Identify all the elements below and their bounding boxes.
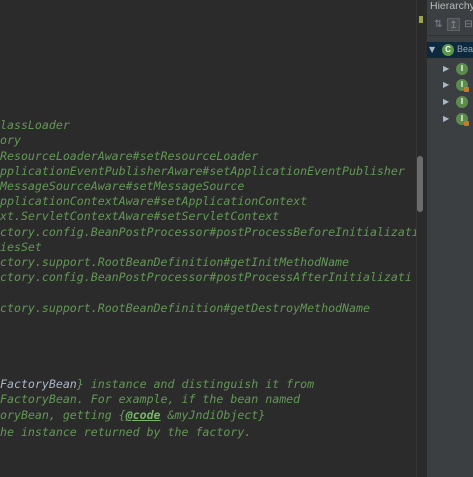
code-line: ctory.config.BeanPostProcessor#postProce… — [0, 270, 412, 285]
tree-node[interactable]: ▶ I — [427, 77, 473, 93]
subtypes-icon[interactable]: ⊟ — [462, 18, 473, 31]
code-token: ctory.config.BeanPostProcessor# — [0, 270, 217, 284]
code-token: pplicationContextAware# — [0, 194, 161, 208]
hierarchy-panel: Hierarchy ⇅ ↥ ⊟ ▼ C Bea ▶ I ▶ I ▶ I ▶ I — [426, 0, 473, 477]
code-token: ctory.support.RootBeanDefinition# — [0, 255, 231, 269]
code-line: xt.ServletContextAware#setServletContext — [0, 209, 279, 224]
code-token: getDestroyMethodName — [230, 301, 370, 315]
code-line: FactoryBean} instance and distinguish it… — [0, 377, 314, 392]
code-token: setServletContext — [160, 209, 280, 223]
code-token: he instance returned by the factory. — [0, 425, 252, 439]
code-line: ory — [0, 133, 21, 148]
code-line: pplicationContextAware#setApplicationCon… — [0, 194, 307, 209]
code-line: lassLoader — [0, 118, 70, 133]
hierarchy-toolbar: ⇅ ↥ ⊟ — [427, 14, 473, 36]
code-line: oryBean, getting {@code &myJndiObject} — [0, 408, 265, 423]
editor-scrollbar-track[interactable] — [416, 0, 426, 477]
code-token: setResourceLoader — [139, 149, 259, 163]
code-token: &myJndiObject} — [160, 408, 266, 422]
chevron-down-icon[interactable]: ▼ — [429, 44, 438, 56]
panel-title: Hierarchy — [430, 0, 473, 12]
code-token: xt.ServletContextAware# — [0, 209, 161, 223]
code-token: postProcessBeforeInitializati — [216, 225, 416, 239]
ide-window: lassLoader ory ResourceLoaderAware#setReso… — [0, 0, 473, 477]
tree-node[interactable]: ▶ I — [427, 94, 473, 110]
tree-node-label: Bea — [457, 44, 473, 54]
code-line: pplicationEventPublisherAware#setApplica… — [0, 164, 405, 179]
code-token: FactoryBean. For example, if the bean na… — [0, 392, 301, 406]
interface-icon: I — [456, 96, 468, 108]
chevron-right-icon[interactable]: ▶ — [443, 79, 452, 91]
code-token: FactoryBean — [0, 377, 77, 391]
hierarchy-icon[interactable]: ⇅ — [432, 18, 445, 31]
code-token: iesSet — [0, 240, 42, 254]
class-icon: C — [442, 44, 454, 56]
code-token: ory — [0, 133, 21, 147]
javadoc-tag: @code — [125, 408, 161, 422]
code-line: MessageSourceAware#setMessageSource — [0, 179, 244, 194]
code-token: setMessageSource — [132, 179, 245, 193]
code-line: ctory.config.BeanPostProcessor#postProce… — [0, 225, 416, 240]
code-line: ctory.support.RootBeanDefinition#getDest… — [0, 301, 370, 316]
code-token: pplicationEventPublisherAware# — [0, 164, 210, 178]
code-line: FactoryBean. For example, if the bean na… — [0, 392, 300, 407]
code-line: ctory.support.RootBeanDefinition#getInit… — [0, 255, 349, 270]
code-token: MessageSourceAware# — [0, 179, 133, 193]
code-token: ctory.support.RootBeanDefinition# — [0, 301, 231, 315]
tree-node[interactable]: ▼ C Bea — [427, 42, 473, 58]
supertypes-icon[interactable]: ↥ — [447, 18, 460, 31]
code-token: oryBean, getting { — [0, 408, 126, 422]
tree-node[interactable]: ▶ I — [427, 61, 473, 77]
code-editor[interactable]: lassLoader ory ResourceLoaderAware#setReso… — [0, 0, 416, 477]
chevron-right-icon[interactable]: ▶ — [443, 96, 452, 108]
tree-node[interactable]: ▶ I — [427, 111, 473, 127]
code-token: setApplicationContext — [160, 194, 308, 208]
code-token: setApplicationEventPublisher — [209, 164, 405, 178]
code-token: getInitMethodName — [230, 255, 350, 269]
chevron-right-icon[interactable]: ▶ — [443, 113, 452, 125]
interface-icon: I — [456, 63, 468, 75]
change-marker[interactable] — [419, 16, 423, 23]
code-line: iesSet — [0, 240, 42, 255]
code-token: postProcessAfterInitializati — [216, 270, 412, 284]
interface-icon: I — [456, 113, 469, 126]
code-line: he instance returned by the factory. — [0, 425, 251, 440]
interface-icon: I — [456, 79, 469, 92]
code-token: lassLoader — [0, 118, 70, 132]
code-token: ctory.config.BeanPostProcessor# — [0, 225, 217, 239]
code-token: ResourceLoaderAware# — [0, 149, 140, 163]
code-line: ResourceLoaderAware#setResourceLoader — [0, 149, 258, 164]
chevron-right-icon[interactable]: ▶ — [443, 63, 452, 75]
editor-scrollbar-thumb[interactable] — [417, 156, 423, 212]
code-token: } instance and distinguish it from — [76, 377, 315, 391]
